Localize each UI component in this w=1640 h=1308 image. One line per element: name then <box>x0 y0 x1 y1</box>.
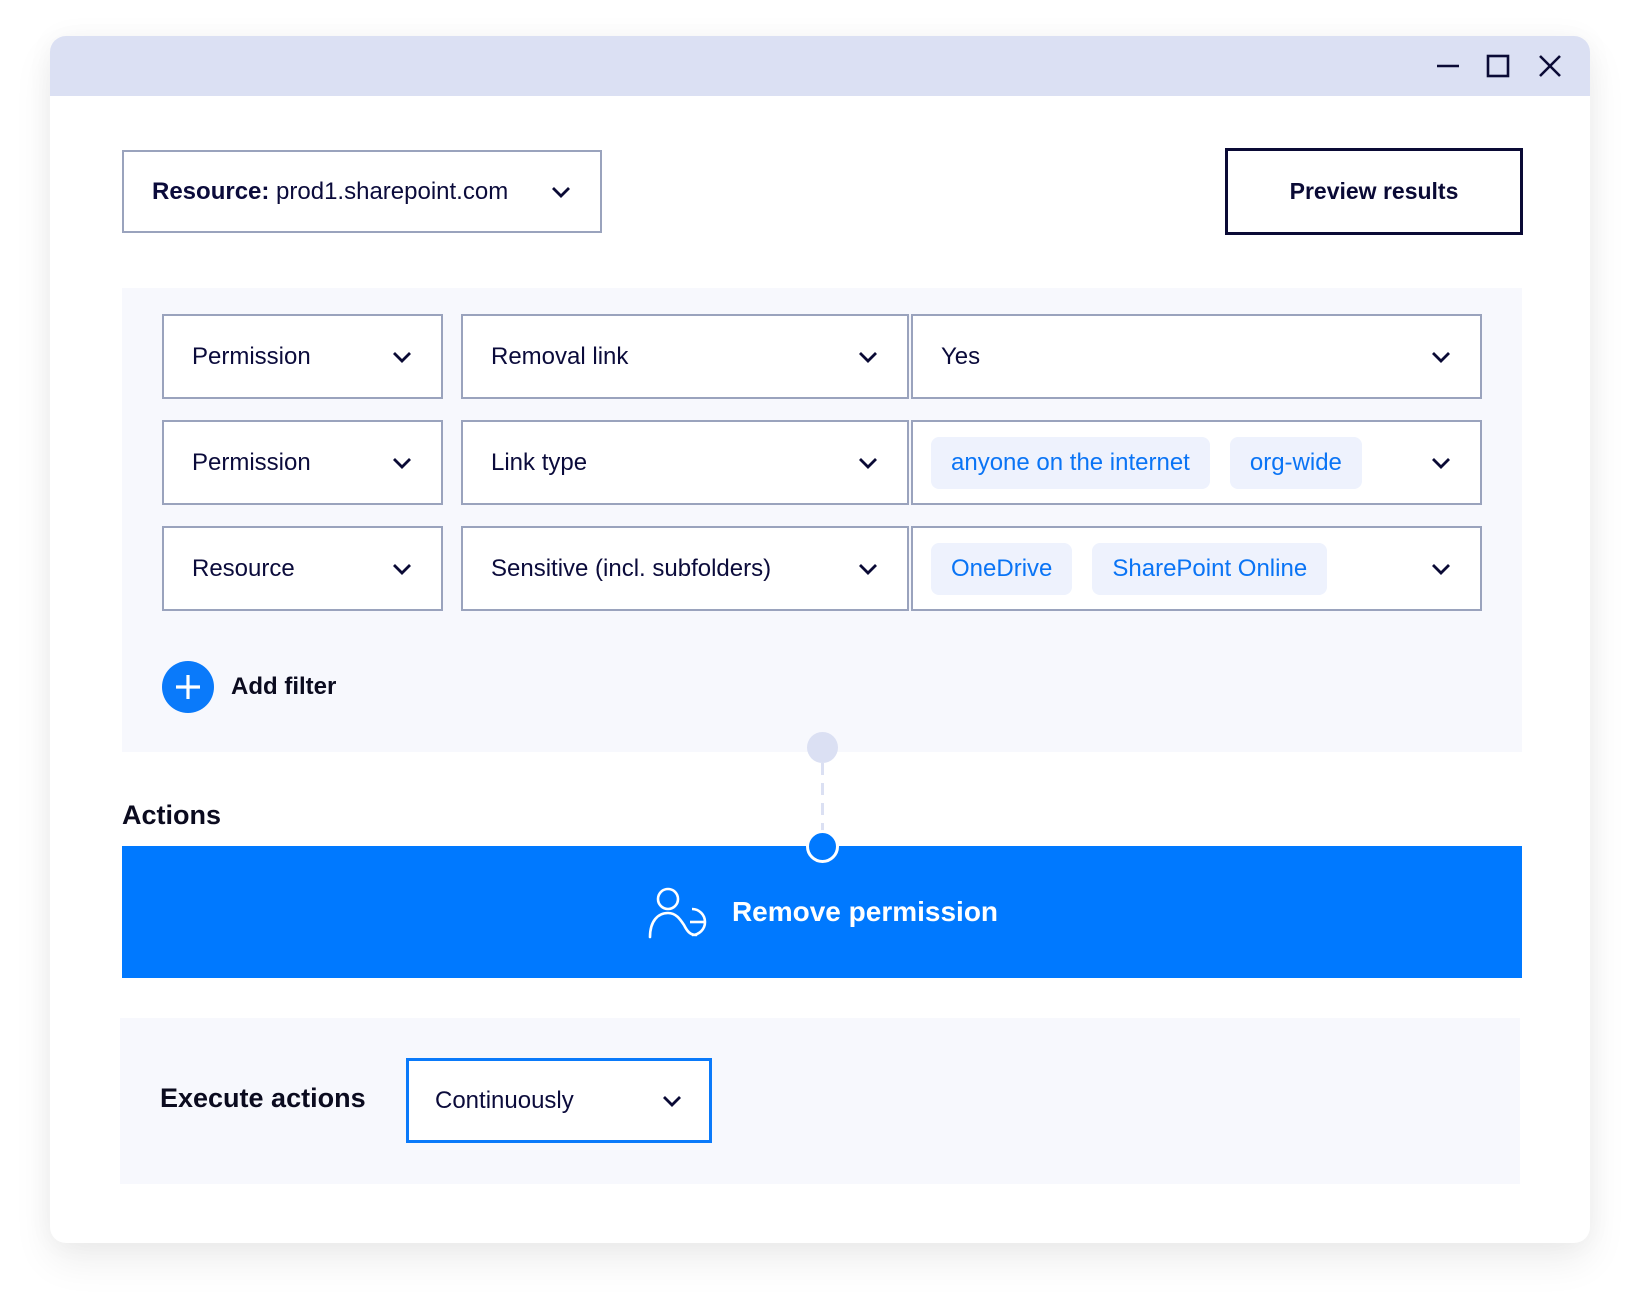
filter-attribute-value: Link type <box>491 448 588 476</box>
chevron-down-icon <box>859 563 877 575</box>
chevron-down-icon <box>663 1095 681 1107</box>
resource-label: Resource: <box>152 177 270 205</box>
value-chip[interactable]: org-wide <box>1229 436 1362 489</box>
maximize-icon <box>1486 54 1510 78</box>
filter-attribute-dropdown[interactable]: Link type <box>461 420 909 505</box>
app-window: Resource: prod1.sharepoint.com Preview r… <box>50 36 1590 1243</box>
execution-frequency-dropdown[interactable]: Continuously <box>406 1058 712 1143</box>
filter-value-text: Yes <box>941 342 981 370</box>
filter-attribute-value: Sensitive (incl. subfolders) <box>491 554 772 582</box>
close-button[interactable] <box>1534 50 1566 82</box>
resource-dropdown[interactable]: Resource: prod1.sharepoint.com <box>122 150 602 233</box>
connector-line <box>821 763 824 835</box>
filter-field-value: Permission <box>192 342 311 370</box>
chevron-down-icon <box>393 457 411 469</box>
chevron-down-icon <box>1432 351 1450 363</box>
chevron-down-icon <box>552 186 570 198</box>
filter-value-dropdown[interactable]: anyone on the internet org-wide <box>911 420 1482 505</box>
minimize-button[interactable] <box>1432 50 1464 82</box>
close-icon <box>1539 55 1561 77</box>
filter-field-dropdown[interactable]: Permission <box>162 314 443 399</box>
remove-permission-action[interactable]: Remove permission <box>122 846 1522 978</box>
add-circle <box>162 661 214 713</box>
chevron-down-icon <box>859 351 877 363</box>
action-label: Remove permission <box>731 896 999 927</box>
user-remove-icon <box>648 887 707 939</box>
value-chip[interactable]: OneDrive <box>931 542 1073 595</box>
filter-attribute-value: Removal link <box>491 342 629 370</box>
chevron-down-icon <box>859 457 877 469</box>
plus-icon <box>176 675 200 699</box>
chevron-down-icon <box>393 351 411 363</box>
maximize-button[interactable] <box>1482 50 1514 82</box>
minimize-icon <box>1437 64 1459 68</box>
filter-attribute-dropdown[interactable]: Sensitive (incl. subfolders) <box>461 526 909 611</box>
filter-field-dropdown[interactable]: Permission <box>162 420 443 505</box>
add-filter-button[interactable]: Add filter <box>162 660 336 714</box>
filter-field-dropdown[interactable]: Resource <box>162 526 443 611</box>
chevron-down-icon <box>1432 563 1450 575</box>
value-chip[interactable]: anyone on the internet <box>931 436 1210 489</box>
resource-value: prod1.sharepoint.com <box>276 177 509 205</box>
filter-field-value: Permission <box>192 448 311 476</box>
filter-value-dropdown[interactable]: OneDrive SharePoint Online <box>911 526 1482 611</box>
chip-list: OneDrive SharePoint Online <box>931 542 1430 595</box>
connector-node-top <box>807 732 838 763</box>
chevron-down-icon <box>393 563 411 575</box>
resource-dropdown-text: Resource: prod1.sharepoint.com <box>152 178 550 206</box>
preview-results-button[interactable]: Preview results <box>1225 148 1523 235</box>
chevron-down-icon <box>1432 457 1450 469</box>
execute-actions-label: Execute actions <box>160 1083 366 1113</box>
chip-list: anyone on the internet org-wide <box>931 436 1430 489</box>
filter-field-value: Resource <box>192 554 295 582</box>
title-bar <box>50 36 1590 96</box>
filter-value-dropdown[interactable]: Yes <box>911 314 1482 399</box>
actions-heading: Actions <box>122 800 222 830</box>
add-filter-label: Add filter <box>231 673 337 700</box>
value-chip[interactable]: SharePoint Online <box>1092 542 1328 595</box>
execution-frequency-value: Continuously <box>435 1086 574 1114</box>
filter-attribute-dropdown[interactable]: Removal link <box>461 314 909 399</box>
connector-node-bottom <box>806 830 839 863</box>
